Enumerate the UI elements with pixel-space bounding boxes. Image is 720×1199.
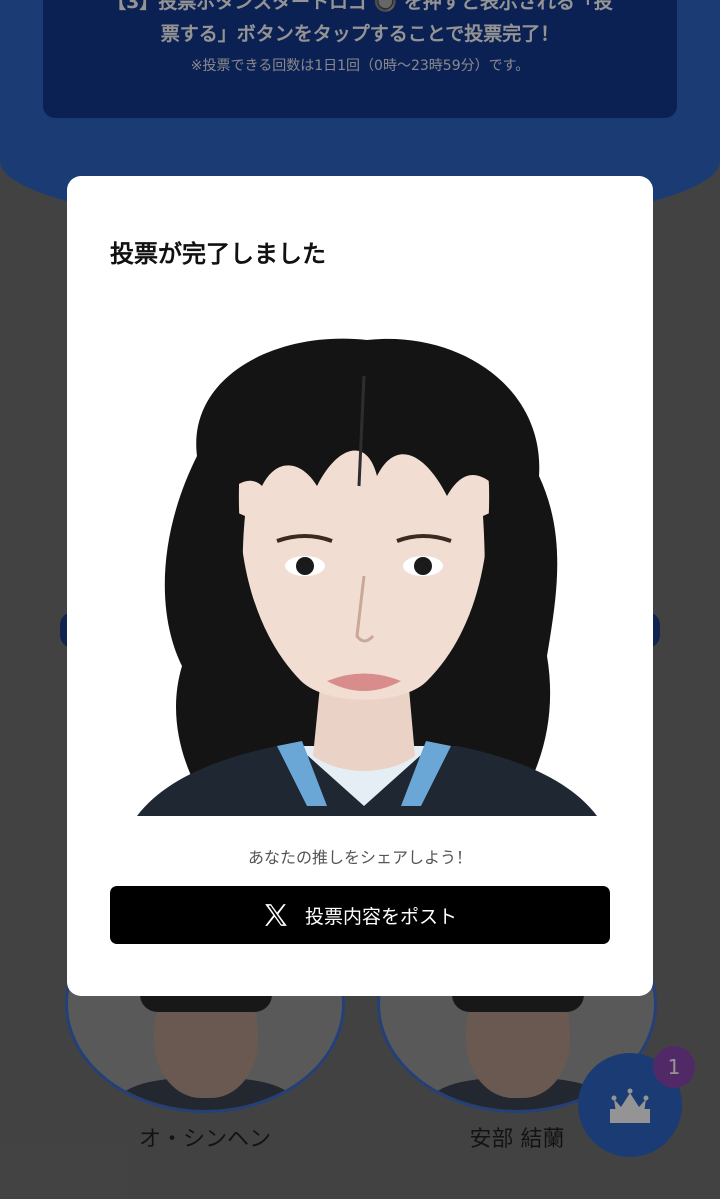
vote-complete-modal: 投票が完了しました あなたの推しをシェアしよう！ 投票内容をポスト [67,176,653,996]
candidate-portrait [127,336,601,816]
share-prompt: あなたの推しをシェアしよう！ [247,848,472,867]
modal-title: 投票が完了しました [110,240,326,268]
post-button-label: 投票内容をポスト [304,905,457,928]
post-to-x-button[interactable]: 投票内容をポスト [110,886,610,944]
x-logo-icon [265,904,287,926]
